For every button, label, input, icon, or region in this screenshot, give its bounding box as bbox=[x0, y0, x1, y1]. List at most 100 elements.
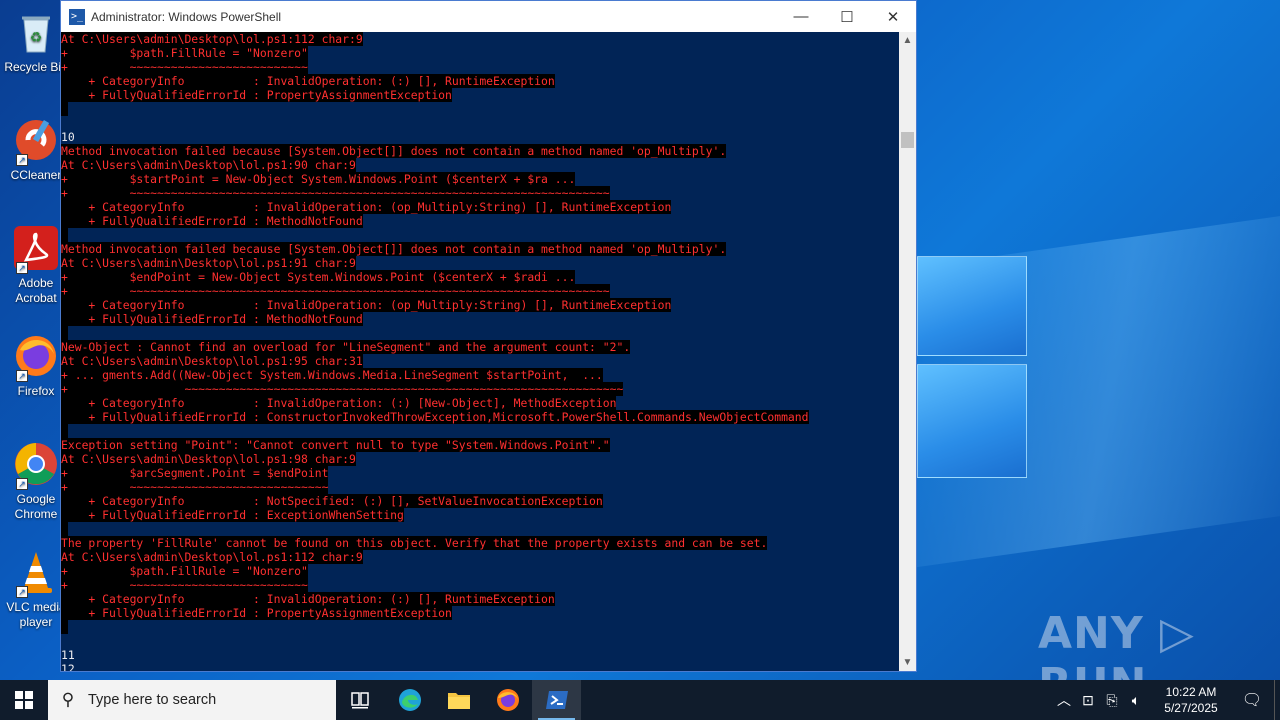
desktop-icon-vlc[interactable]: ↗ VLC media player bbox=[4, 548, 68, 630]
recycle-bin-icon: ♻ bbox=[12, 8, 60, 56]
console-error-line: At C:\Users\admin\Desktop\lol.ps1:112 ch… bbox=[61, 32, 363, 46]
desktop-icon-label: CCleaner bbox=[10, 168, 62, 182]
scroll-up-arrow-icon[interactable]: ▲ bbox=[899, 32, 916, 49]
console-error-line: + ~~~~~~~~~~~~~~~~~~~~~~~~~~~~~ bbox=[61, 480, 329, 494]
taskbar-firefox[interactable] bbox=[483, 680, 532, 720]
console-error-line: + $endPoint = New-Object System.Windows.… bbox=[61, 270, 576, 284]
console-error-line: + FullyQualifiedErrorId : MethodNotFound bbox=[61, 214, 363, 228]
powershell-icon bbox=[545, 691, 568, 709]
window-titlebar[interactable]: >_ Administrator: Windows PowerShell — ☐… bbox=[61, 1, 916, 32]
windows-start-icon bbox=[15, 691, 33, 709]
console-error-line: + $startPoint = New-Object System.Window… bbox=[61, 172, 576, 186]
shortcut-arrow-icon: ↗ bbox=[16, 478, 28, 490]
taskbar-clock[interactable]: 10:22 AM 5/27/2025 bbox=[1152, 684, 1230, 716]
adobe-acrobat-icon: ↗ bbox=[12, 224, 60, 274]
task-view-button[interactable] bbox=[336, 680, 385, 720]
console-error-line: + CategoryInfo : InvalidOperation: (op_M… bbox=[61, 298, 672, 312]
taskbar-file-explorer[interactable] bbox=[434, 680, 483, 720]
console-area[interactable]: At C:\Users\admin\Desktop\lol.ps1:112 ch… bbox=[61, 32, 899, 671]
console-error-line: + CategoryInfo : NotSpecified: (:) [], S… bbox=[61, 494, 603, 508]
console-error-line bbox=[61, 102, 899, 116]
chevron-up-icon[interactable]: ︿ bbox=[1052, 690, 1076, 710]
system-tray: ︿ ⊡ ⎘ 🔈︎ 10:22 AM 5/27/2025 🗨︎ bbox=[1052, 680, 1280, 720]
desktop-icon-label: Firefox bbox=[17, 384, 55, 398]
console-error-line: + FullyQualifiedErrorId : PropertyAssign… bbox=[61, 606, 452, 620]
google-chrome-icon: ↗ bbox=[12, 440, 60, 490]
desktop-icon-label: Google Chrome bbox=[14, 492, 58, 521]
task-view-icon bbox=[350, 692, 369, 709]
network-icon[interactable]: ⎘ bbox=[1100, 692, 1124, 709]
taskbar-edge[interactable] bbox=[385, 680, 434, 720]
scroll-down-arrow-icon[interactable]: ▼ bbox=[899, 654, 916, 671]
console-error-line: + FullyQualifiedErrorId : ExceptionWhenS… bbox=[61, 508, 404, 522]
powershell-window[interactable]: >_ Administrator: Windows PowerShell — ☐… bbox=[60, 0, 917, 672]
console-error-line: + FullyQualifiedErrorId : PropertyAssign… bbox=[61, 88, 452, 102]
start-button[interactable] bbox=[0, 680, 48, 720]
close-button[interactable]: ✕ bbox=[870, 1, 916, 32]
desktop-icon-label: Adobe Acrobat bbox=[15, 276, 57, 305]
console-error-line: At C:\Users\admin\Desktop\lol.ps1:95 cha… bbox=[61, 354, 363, 368]
desktop-icon-firefox[interactable]: ↗ Firefox bbox=[4, 332, 68, 399]
taskbar-search-box[interactable]: ⚲ Type here to search bbox=[48, 680, 336, 720]
console-error-line: + CategoryInfo : InvalidOperation: (:) [… bbox=[61, 592, 555, 606]
powershell-icon: >_ bbox=[69, 8, 85, 25]
console-output: At C:\Users\admin\Desktop\lol.ps1:112 ch… bbox=[61, 32, 899, 671]
clock-date: 5/27/2025 bbox=[1164, 701, 1218, 715]
console-error-line: + $path.FillRule = "Nonzero" bbox=[61, 564, 308, 578]
console-error-line: + $arcSegment.Point = $endPoint bbox=[61, 466, 329, 480]
console-error-line: + ~~~~~~~~~~~~~~~~~~~~~~~~~~~~~~~~~~~~~~… bbox=[61, 382, 624, 396]
shortcut-arrow-icon: ↗ bbox=[16, 370, 28, 382]
console-error-line: New-Object : Cannot find an overload for… bbox=[61, 340, 631, 354]
shortcut-arrow-icon: ↗ bbox=[16, 154, 28, 166]
console-error-line: + ~~~~~~~~~~~~~~~~~~~~~~~~~~ bbox=[61, 578, 308, 592]
console-error-line: At C:\Users\admin\Desktop\lol.ps1:112 ch… bbox=[61, 550, 363, 564]
vertical-scrollbar[interactable]: ▲ ▼ bbox=[899, 32, 916, 671]
volume-icon[interactable]: 🔈︎ bbox=[1124, 692, 1148, 709]
desktop-icon-label: Recycle Bin bbox=[4, 60, 68, 74]
scrollbar-thumb[interactable] bbox=[901, 132, 914, 148]
console-error-line: + CategoryInfo : InvalidOperation: (:) [… bbox=[61, 396, 617, 410]
search-icon: ⚲ bbox=[61, 690, 75, 709]
console-error-line bbox=[61, 522, 899, 536]
console-error-line: At C:\Users\admin\Desktop\lol.ps1:90 cha… bbox=[61, 158, 356, 172]
console-error-line: + FullyQualifiedErrorId : ConstructorInv… bbox=[61, 410, 809, 424]
clock-time: 10:22 AM bbox=[1165, 685, 1217, 699]
desktop-icon-label: VLC media player bbox=[6, 600, 66, 629]
shortcut-arrow-icon: ↗ bbox=[16, 586, 28, 598]
maximize-button[interactable]: ☐ bbox=[824, 1, 870, 32]
console-error-line bbox=[61, 326, 899, 340]
console-error-line: + $path.FillRule = "Nonzero" bbox=[61, 46, 308, 60]
network-meeting-icon[interactable]: ⊡ bbox=[1076, 692, 1100, 709]
console-error-line: + CategoryInfo : InvalidOperation: (op_M… bbox=[61, 200, 672, 214]
ccleaner-icon: ↗ bbox=[12, 116, 60, 166]
shortcut-arrow-icon: ↗ bbox=[16, 262, 28, 274]
taskbar-powershell[interactable] bbox=[532, 680, 581, 720]
taskbar: ⚲ Type here to search ︿ ⊡ ⎘ 🔈︎ 10:22 AM … bbox=[0, 680, 1280, 720]
edge-icon bbox=[398, 689, 421, 711]
notification-icon[interactable]: 🗨︎ bbox=[1230, 690, 1274, 710]
minimize-button[interactable]: — bbox=[778, 1, 824, 32]
desktop-icon-recycle-bin[interactable]: ♻ Recycle Bin bbox=[4, 8, 68, 75]
console-error-line bbox=[61, 228, 899, 242]
search-placeholder: Type here to search bbox=[88, 692, 217, 708]
desktop-icon-google-chrome[interactable]: ↗ Google Chrome bbox=[4, 440, 68, 522]
console-error-line: Exception setting "Point": "Cannot conve… bbox=[61, 438, 610, 452]
desktop-icon-ccleaner[interactable]: ↗ CCleaner bbox=[4, 116, 68, 183]
console-error-line: At C:\Users\admin\Desktop\lol.ps1:91 cha… bbox=[61, 256, 356, 270]
console-error-line: + CategoryInfo : InvalidOperation: (:) [… bbox=[61, 74, 555, 88]
svg-text:♻: ♻ bbox=[30, 29, 43, 45]
firefox-icon: ↗ bbox=[12, 332, 60, 382]
firefox-icon bbox=[496, 689, 519, 711]
windows-logo-wallpaper bbox=[917, 242, 1029, 478]
console-error-line: Method invocation failed because [System… bbox=[61, 242, 727, 256]
show-desktop-button[interactable] bbox=[1274, 680, 1280, 720]
console-output-line: 11 bbox=[61, 648, 75, 662]
console-error-line: + ~~~~~~~~~~~~~~~~~~~~~~~~~~~~~~~~~~~~~~… bbox=[61, 284, 610, 298]
desktop-icon-adobe-acrobat[interactable]: ↗ Adobe Acrobat bbox=[4, 224, 68, 306]
console-output-line: 10 bbox=[61, 130, 75, 144]
window-title: Administrator: Windows PowerShell bbox=[91, 9, 282, 24]
console-error-line: + ~~~~~~~~~~~~~~~~~~~~~~~~~~~~~~~~~~~~~~… bbox=[61, 186, 610, 200]
console-error-line: + ~~~~~~~~~~~~~~~~~~~~~~~~~~ bbox=[61, 60, 308, 74]
